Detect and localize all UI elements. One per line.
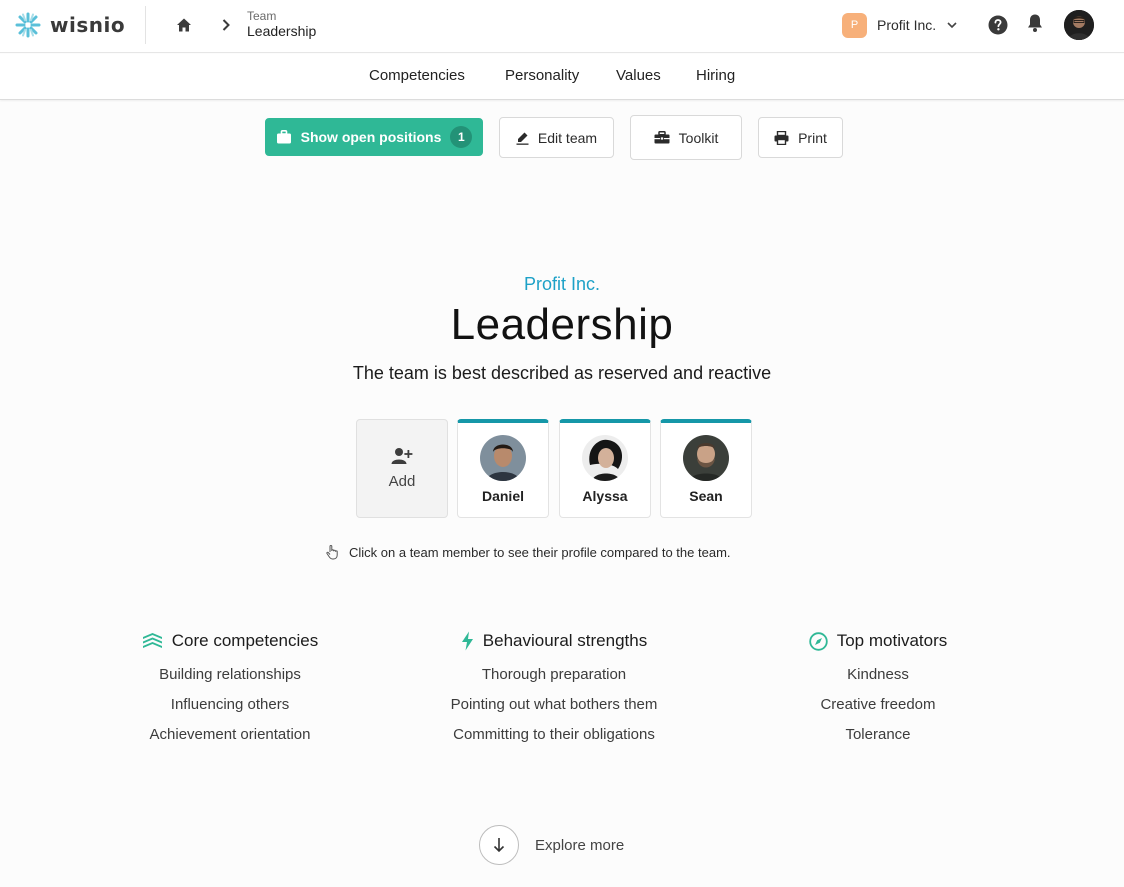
column-title: Top motivators bbox=[836, 631, 948, 650]
header-divider bbox=[145, 6, 146, 44]
logo-burst-icon bbox=[15, 12, 41, 38]
print-label: Print bbox=[798, 129, 827, 146]
show-open-positions-label: Show open positions bbox=[300, 129, 442, 145]
home-icon[interactable] bbox=[176, 17, 192, 33]
add-member-label: Add bbox=[388, 473, 416, 490]
column-title: Core competencies bbox=[171, 631, 319, 650]
column-heading: Core competencies bbox=[68, 628, 392, 654]
pencil-icon bbox=[516, 132, 529, 145]
top-header: wisnio Team Leadership P Profit Inc. bbox=[0, 0, 1124, 53]
toolkit-label: Toolkit bbox=[678, 129, 719, 146]
user-avatar[interactable] bbox=[1064, 10, 1094, 40]
member-avatar bbox=[683, 435, 729, 481]
member-card-daniel[interactable]: Daniel bbox=[457, 419, 549, 518]
top-motivators-column: Top motivators Kindness Creative freedom… bbox=[716, 628, 1040, 744]
breadcrumb-current: Leadership bbox=[247, 23, 317, 39]
core-competencies-column: Core competencies Building relationships… bbox=[68, 628, 392, 744]
layers-icon bbox=[142, 633, 162, 648]
edit-team-label: Edit team bbox=[537, 129, 598, 146]
member-hint: Click on a team member to see their prof… bbox=[326, 544, 731, 560]
add-user-icon bbox=[391, 448, 413, 464]
section-tabs: Competencies Personality Values Hiring bbox=[0, 54, 1124, 100]
member-card-alyssa[interactable]: Alyssa bbox=[559, 419, 651, 518]
bolt-icon bbox=[461, 631, 473, 651]
member-hint-text: Click on a team member to see their prof… bbox=[349, 544, 731, 560]
chevron-down-icon bbox=[947, 22, 957, 29]
list-item: Influencing others bbox=[170, 696, 290, 713]
column-heading: Behavioural strengths bbox=[392, 628, 716, 654]
list-item: Building relationships bbox=[159, 666, 301, 683]
explore-more-label: Explore more bbox=[535, 836, 625, 854]
list-item: Kindness bbox=[847, 666, 909, 683]
member-name: Alyssa bbox=[582, 488, 628, 504]
explore-more-button[interactable]: Explore more bbox=[479, 825, 624, 865]
member-card-sean[interactable]: Sean bbox=[660, 419, 752, 518]
org-badge: P bbox=[842, 12, 867, 38]
compass-icon bbox=[809, 631, 828, 651]
list-item: Pointing out what bothers them bbox=[450, 696, 658, 713]
help-icon[interactable] bbox=[988, 15, 1008, 35]
wisnio-logo[interactable]: wisnio bbox=[14, 11, 125, 39]
list-item: Achievement orientation bbox=[149, 726, 311, 743]
org-name: Profit Inc. bbox=[877, 17, 937, 33]
team-description: The team is best described as reserved a… bbox=[352, 363, 772, 383]
list-item: Committing to their obligations bbox=[453, 726, 655, 743]
edit-team-button[interactable]: Edit team bbox=[499, 117, 614, 158]
explore-more-circle bbox=[479, 825, 519, 865]
print-button[interactable]: Print bbox=[758, 117, 843, 158]
tab-hiring[interactable]: Hiring bbox=[696, 67, 735, 84]
open-positions-count-badge: 1 bbox=[450, 126, 473, 148]
tab-personality[interactable]: Personality bbox=[505, 67, 579, 84]
printer-icon bbox=[774, 130, 789, 145]
list-item: Tolerance bbox=[845, 726, 911, 743]
list-item: Thorough preparation bbox=[481, 666, 627, 683]
behavioural-strengths-column: Behavioural strengths Thorough preparati… bbox=[392, 628, 716, 744]
chevron-right-icon bbox=[222, 19, 230, 31]
member-avatar bbox=[582, 435, 628, 481]
bell-icon[interactable] bbox=[1026, 13, 1044, 33]
member-avatar bbox=[480, 435, 526, 481]
briefcase-icon bbox=[276, 130, 291, 144]
company-name: Profit Inc. bbox=[523, 274, 601, 294]
member-name: Sean bbox=[689, 488, 723, 504]
toolkit-button[interactable]: Toolkit bbox=[630, 115, 742, 160]
arrow-down-icon bbox=[493, 838, 505, 853]
member-name: Daniel bbox=[481, 488, 524, 504]
organization-switcher[interactable]: P Profit Inc. bbox=[842, 12, 958, 38]
tab-competencies[interactable]: Competencies bbox=[369, 67, 465, 84]
tab-values[interactable]: Values bbox=[616, 67, 661, 84]
team-title: Leadership bbox=[450, 300, 674, 349]
breadcrumb-parent[interactable]: Team bbox=[247, 9, 276, 23]
add-member-card[interactable]: Add bbox=[356, 419, 448, 518]
column-heading: Top motivators bbox=[716, 628, 1040, 654]
logo-text: wisnio bbox=[50, 13, 126, 37]
toolbox-icon bbox=[654, 131, 670, 144]
show-open-positions-button[interactable]: Show open positions 1 bbox=[265, 118, 483, 156]
column-title: Behavioural strengths bbox=[482, 631, 648, 650]
list-item: Creative freedom bbox=[820, 696, 936, 713]
pointer-hand-icon bbox=[326, 544, 338, 560]
